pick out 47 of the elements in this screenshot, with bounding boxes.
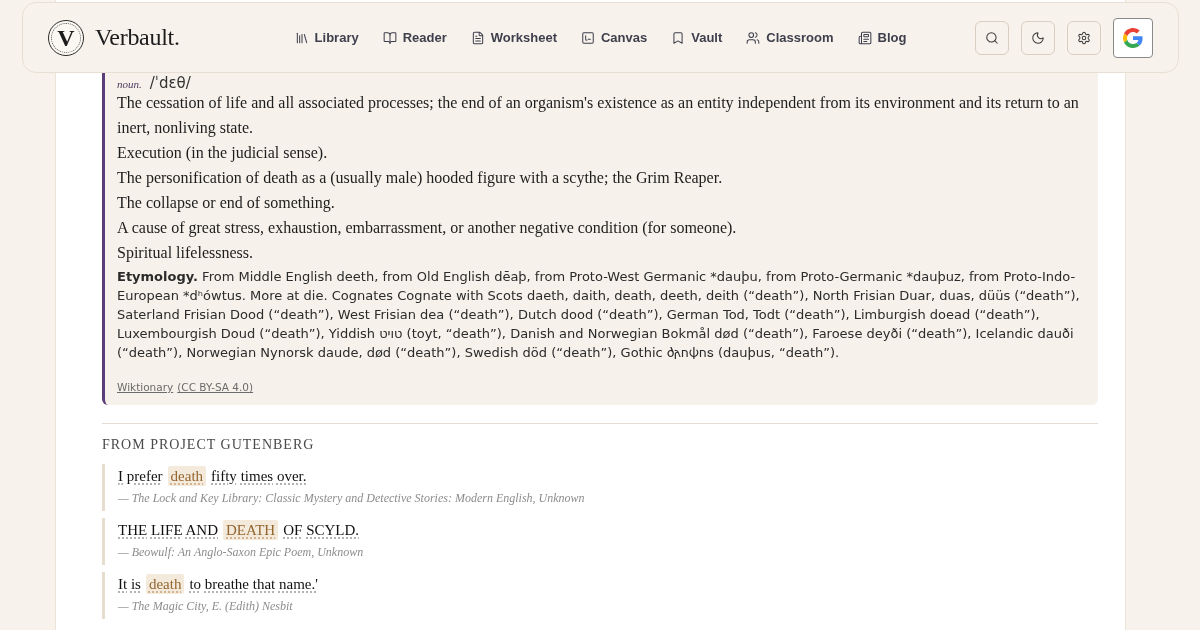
newspaper-icon bbox=[857, 30, 872, 45]
moon-icon bbox=[1031, 30, 1045, 45]
license-link[interactable]: (CC BY-SA 4.0) bbox=[177, 380, 254, 394]
people-icon bbox=[746, 30, 761, 45]
highlighted-term[interactable]: death bbox=[145, 574, 185, 594]
section-heading: FROM PROJECT GUTENBERG bbox=[102, 436, 316, 454]
quote-text: OF SCYLD. bbox=[283, 521, 360, 540]
nav-link[interactable]: Blog bbox=[857, 30, 907, 45]
quote-text: I prefer bbox=[118, 467, 163, 486]
quote-citation: — Beowulf: An Anglo-Saxon Epic Poem, Unknown bbox=[118, 544, 365, 560]
quote-text: It is bbox=[118, 575, 141, 594]
sign-in-button[interactable] bbox=[1113, 17, 1153, 58]
logo-badge: V bbox=[48, 19, 84, 56]
quote-citation: — The Lock and Key Library: Classic Mystery and Detective Stories: Modern English, Unknown bbox=[118, 490, 586, 506]
nav-link[interactable]: Library bbox=[294, 30, 359, 45]
settings-icon bbox=[1077, 30, 1091, 45]
highlighted-term[interactable]: death bbox=[167, 466, 207, 486]
bookmark-icon bbox=[671, 30, 686, 45]
definition-sense: A cause of great stress, exhaustion, embarrassment, or another negative condition (for someone). bbox=[117, 218, 738, 239]
quote-citation: — The Magic City, E. (Edith) Nesbit bbox=[118, 598, 294, 614]
nav-link[interactable]: Vault bbox=[671, 30, 723, 45]
definition-sense: The personification of death as a (usually male) hooded figure with a scythe; the Grim Reaper. bbox=[117, 168, 724, 189]
search-icon bbox=[985, 30, 999, 45]
search-button[interactable] bbox=[975, 20, 1009, 55]
nav-link[interactable]: Classroom bbox=[746, 30, 834, 45]
definition-sense: Execution (in the judicial sense). bbox=[117, 143, 329, 164]
quote-text: fifty times over. bbox=[211, 467, 307, 486]
pronunciation: /ˈdɛθ/ bbox=[149, 74, 191, 92]
settings-button[interactable] bbox=[1067, 20, 1101, 55]
definition-sense: Spiritual lifelessness. bbox=[117, 243, 254, 264]
nav-link[interactable]: Canvas bbox=[581, 30, 648, 45]
document-icon bbox=[470, 30, 485, 45]
definition-sense: The collapse or end of something. bbox=[117, 193, 336, 214]
part-of-speech: noun. bbox=[117, 78, 142, 90]
highlighted-term[interactable]: DEATH bbox=[223, 520, 279, 540]
brand-name[interactable]: Verbault. bbox=[95, 24, 180, 51]
dark-mode-button[interactable] bbox=[1021, 20, 1055, 55]
source-link[interactable]: Wiktionary bbox=[117, 380, 174, 394]
quote-text: THE LIFE AND bbox=[118, 521, 219, 540]
nav-link[interactable]: Reader bbox=[382, 30, 447, 45]
nav-link[interactable]: Worksheet bbox=[470, 30, 557, 45]
g-logo-icon bbox=[1123, 27, 1143, 48]
open-book-icon bbox=[382, 30, 397, 45]
quote-text: to breathe that name.' bbox=[189, 575, 318, 594]
books-icon bbox=[294, 30, 309, 45]
framed-square-icon bbox=[581, 30, 595, 45]
definition-sense: The cessation of life and all associated processes; the end of an organism's existence as an entity independent from its environment and its return to an inert, nonliving state. bbox=[117, 93, 1080, 139]
